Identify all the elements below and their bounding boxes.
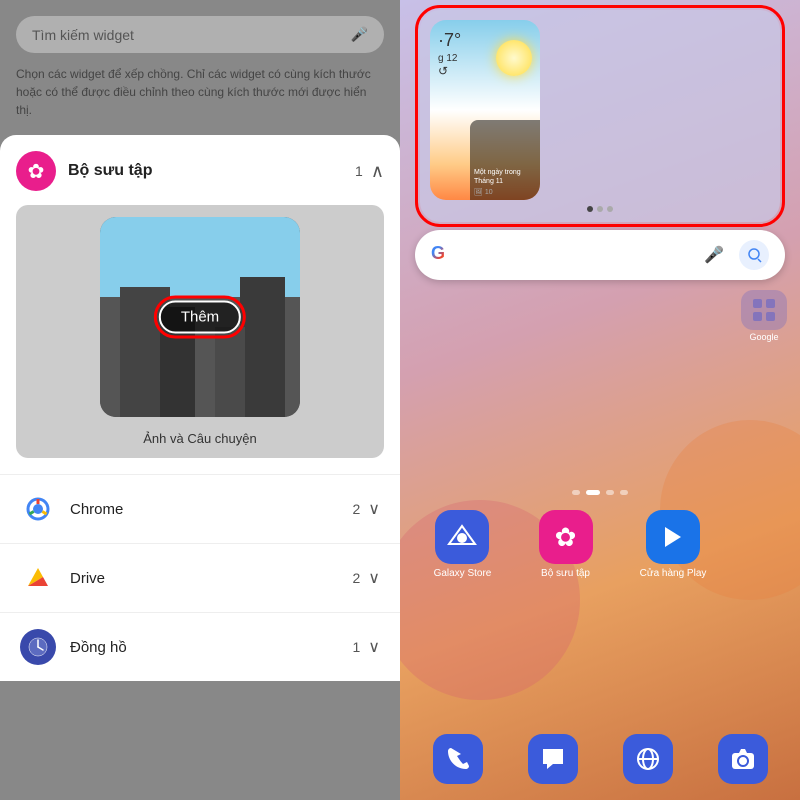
dock-internet[interactable]	[623, 734, 673, 784]
center-apps-row: Galaxy Store ✿ Bộ sưu tập Cửa hàng Play	[410, 510, 730, 579]
drive-label: Drive	[70, 570, 352, 587]
story-count: 🖼 10	[474, 188, 536, 196]
bst-icon: ✿	[16, 151, 56, 191]
galaxy-store-label: Galaxy Store	[434, 568, 492, 579]
bst-app-icon: ✿	[539, 510, 593, 564]
dot-3	[607, 206, 613, 212]
phone-screen: ·7° g 12 ↺ Một ngày trong Tháng 11 🖼 10	[430, 20, 540, 200]
galaxy-store-icon	[435, 510, 489, 564]
chevron-up-icon[interactable]: ∧	[371, 161, 384, 182]
widget-title: Bộ sưu tập	[68, 162, 355, 180]
dock-camera[interactable]	[718, 734, 768, 784]
drive-icon	[20, 560, 56, 596]
widget-photo-label: Ảnh và Câu chuyện	[143, 431, 256, 446]
widget-preview: Thêm Ảnh và Câu chuyện	[16, 205, 384, 458]
sun-graphic	[496, 40, 532, 76]
app-list: Chrome 2 ∨ Drive 2 ∨	[0, 474, 400, 681]
chrome-count: 2	[352, 501, 360, 517]
widget-count: 1	[355, 163, 363, 179]
widget-search-bar[interactable]: Tìm kiếm widget 🎤	[16, 16, 384, 53]
bst-app-label: Bộ sưu tập	[541, 568, 590, 579]
widget-card: ✿ Bộ sưu tập 1 ∧ Thêm Ảnh và Câu chuyện	[0, 135, 400, 474]
google-lens-icon[interactable]	[739, 240, 769, 270]
ind-dot-3	[606, 490, 614, 495]
drive-chevron-icon[interactable]: ∨	[368, 568, 380, 588]
dot-2	[597, 206, 603, 212]
chrome-chevron-icon[interactable]: ∨	[368, 499, 380, 519]
google-search-bar[interactable]: G 🎤	[415, 230, 785, 280]
phone-mockup: ·7° g 12 ↺ Một ngày trong Tháng 11 🖼 10	[430, 20, 540, 200]
app-icons-grid: Google	[738, 290, 790, 342]
chrome-label: Chrome	[70, 501, 352, 518]
search-icons: 🎤	[699, 240, 769, 270]
bottom-dock	[410, 728, 790, 790]
google-grid-label: Google	[749, 332, 778, 342]
app-item-clock[interactable]: Đồng hồ 1 ∨	[0, 612, 400, 681]
widget-image: Thêm	[100, 217, 300, 417]
preview-inner: ·7° g 12 ↺ Một ngày trong Tháng 11 🖼 10	[430, 20, 770, 200]
galaxy-store-app[interactable]: Galaxy Store	[434, 510, 492, 579]
page-indicator	[400, 490, 800, 495]
right-widget-preview: ·7° g 12 ↺ Một ngày trong Tháng 11 🖼 10	[420, 10, 780, 222]
story-title: Một ngày trong Tháng 11	[474, 168, 536, 186]
dock-phone[interactable]	[433, 734, 483, 784]
mic-icon[interactable]: 🎤	[351, 26, 368, 43]
building-3	[240, 277, 285, 417]
bst-app[interactable]: ✿ Bộ sưu tập	[539, 510, 593, 579]
clock-chevron-icon[interactable]: ∨	[368, 637, 380, 657]
google-mic-icon[interactable]: 🎤	[699, 240, 729, 270]
play-store-label: Cửa hàng Play	[640, 568, 707, 579]
search-placeholder: Tìm kiếm widget	[32, 27, 134, 43]
dot-1	[587, 206, 593, 212]
google-grid-app[interactable]: Google	[738, 290, 790, 342]
preview-dots	[430, 206, 770, 212]
story-card: Một ngày trong Tháng 11 🖼 10	[470, 120, 540, 200]
google-g-icon: G	[431, 243, 455, 267]
ind-dot-2	[586, 490, 600, 495]
widget-description: Chọn các widget để xếp chồng. Chỉ các wi…	[0, 65, 400, 135]
dock-messages[interactable]	[528, 734, 578, 784]
play-store-app[interactable]: Cửa hàng Play	[640, 510, 707, 579]
chrome-icon	[20, 491, 56, 527]
widget-header: ✿ Bộ sưu tập 1 ∧	[16, 151, 384, 191]
them-button[interactable]: Thêm	[159, 301, 241, 334]
ind-dot-4	[620, 490, 628, 495]
building-4	[215, 327, 245, 417]
drive-count: 2	[352, 570, 360, 586]
left-panel: Tìm kiếm widget 🎤 Chọn các widget để xếp…	[0, 0, 400, 800]
clock-label: Đồng hồ	[70, 639, 352, 656]
play-store-icon	[646, 510, 700, 564]
clock-count: 1	[352, 639, 360, 655]
app-item-chrome[interactable]: Chrome 2 ∨	[0, 474, 400, 543]
app-item-drive[interactable]: Drive 2 ∨	[0, 543, 400, 612]
right-panel: ·7° g 12 ↺ Một ngày trong Tháng 11 🖼 10 …	[400, 0, 800, 800]
clock-icon	[20, 629, 56, 665]
ind-dot-1	[572, 490, 580, 495]
google-grid-icon	[741, 290, 787, 330]
